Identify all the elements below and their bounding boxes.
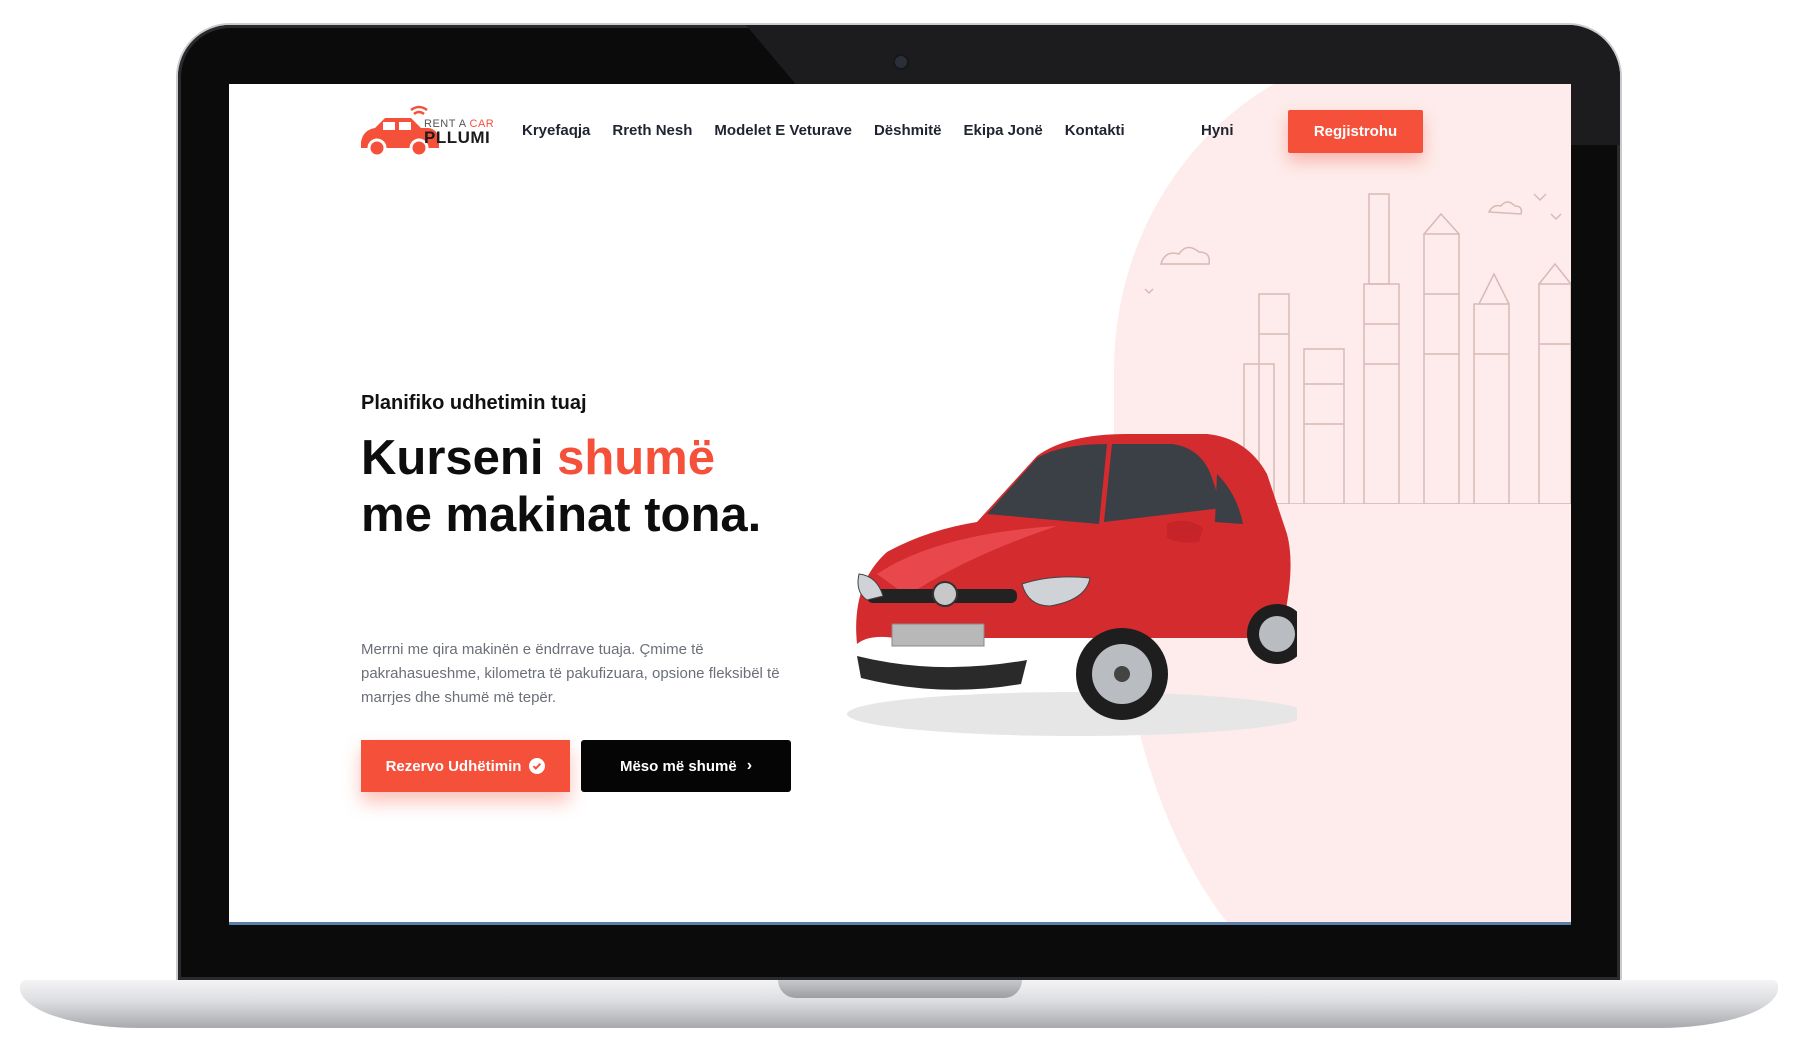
logo-name[interactable]: PLLUMI [424, 128, 490, 148]
hero-headline: Kurseni shumë me makinat tona. [361, 430, 801, 544]
nav-item-testimonials[interactable]: Dëshmitë [874, 122, 942, 139]
website-screen: RENT A CAR PLLUMI Kryefaqja Rreth Nesh M… [229, 84, 1571, 925]
camera-icon [895, 56, 907, 68]
nav-item-contact[interactable]: Kontakti [1065, 122, 1125, 139]
headline-part1: Kurseni [361, 431, 558, 485]
laptop-notch [778, 980, 1022, 998]
book-trip-button[interactable]: Rezervo Udhëtimin [361, 740, 570, 792]
nav-item-about[interactable]: Rreth Nesh [612, 122, 692, 139]
login-link[interactable]: Hyni [1201, 122, 1234, 139]
nav-item-models[interactable]: Modelet E Veturave [714, 122, 852, 139]
register-button[interactable]: Regjistrohu [1288, 110, 1423, 153]
learn-more-label: Mëso më shumë [619, 757, 737, 775]
hero-subtitle: Planifiko udhetimin tuaj [361, 392, 587, 414]
learn-more-button[interactable]: Mëso më shumë › [581, 740, 791, 792]
red-car-image [847, 434, 1297, 736]
headline-part2: me makinat tona. [361, 488, 762, 542]
hero-description: Merrni me qira makinën e ëndrrave tuaja.… [361, 641, 780, 706]
nav-item-team[interactable]: Ekipa Jonë [964, 122, 1043, 139]
headline-accent: shumë [557, 431, 715, 485]
nav-item-home[interactable]: Kryefaqja [522, 122, 590, 139]
check-circle-icon [529, 758, 546, 774]
chevron-right-icon: › [746, 757, 753, 774]
main-nav: Kryefaqja Rreth Nesh Modelet E Veturave … [522, 122, 1147, 139]
book-trip-label: Rezervo Udhëtimin [385, 757, 522, 775]
